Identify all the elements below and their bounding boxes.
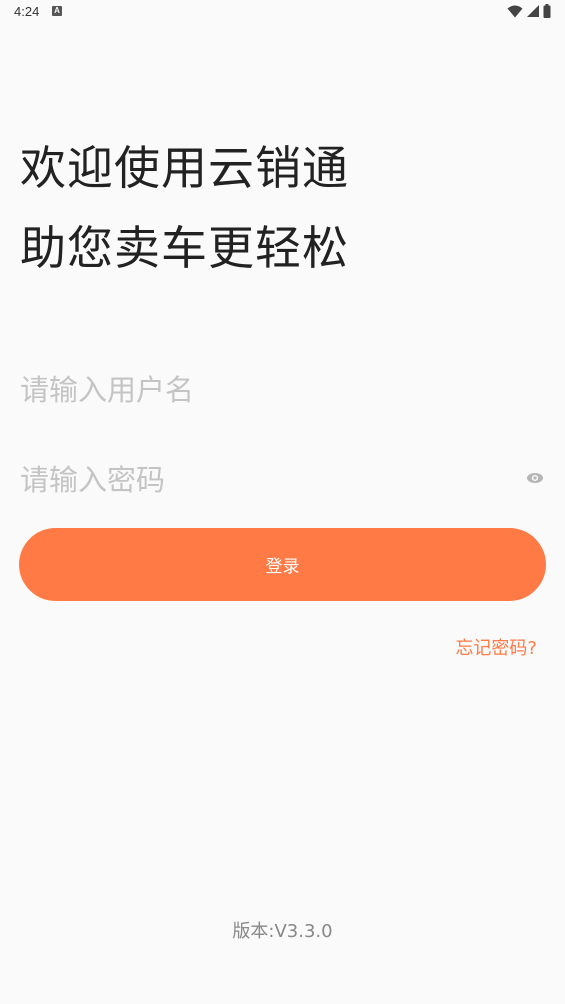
forgot-password-link[interactable]: 忘记密码?	[455, 634, 537, 660]
cell-signal-icon	[527, 5, 539, 17]
password-field-container	[20, 450, 546, 510]
status-time: 4:24	[14, 4, 40, 19]
welcome-line-1: 欢迎使用云销通	[20, 141, 349, 195]
a-icon: A	[52, 6, 62, 16]
login-screen: 4:24 A 欢迎使用云销通 助您卖车更轻松 登录 忘记密	[0, 0, 565, 1004]
welcome-headline: 欢迎使用云销通 助您卖车更轻松	[20, 128, 349, 288]
username-input[interactable]	[20, 360, 546, 420]
password-input[interactable]	[20, 450, 546, 510]
wifi-icon	[507, 5, 523, 17]
login-button[interactable]: 登录	[19, 528, 546, 601]
eye-icon[interactable]	[526, 471, 544, 485]
battery-icon	[543, 4, 551, 18]
version-label: 版本:V3.3.0	[232, 921, 333, 942]
status-icons	[507, 4, 551, 18]
status-bar: 4:24 A	[0, 0, 565, 24]
username-field-container	[20, 360, 546, 420]
welcome-line-2: 助您卖车更轻松	[20, 221, 349, 275]
